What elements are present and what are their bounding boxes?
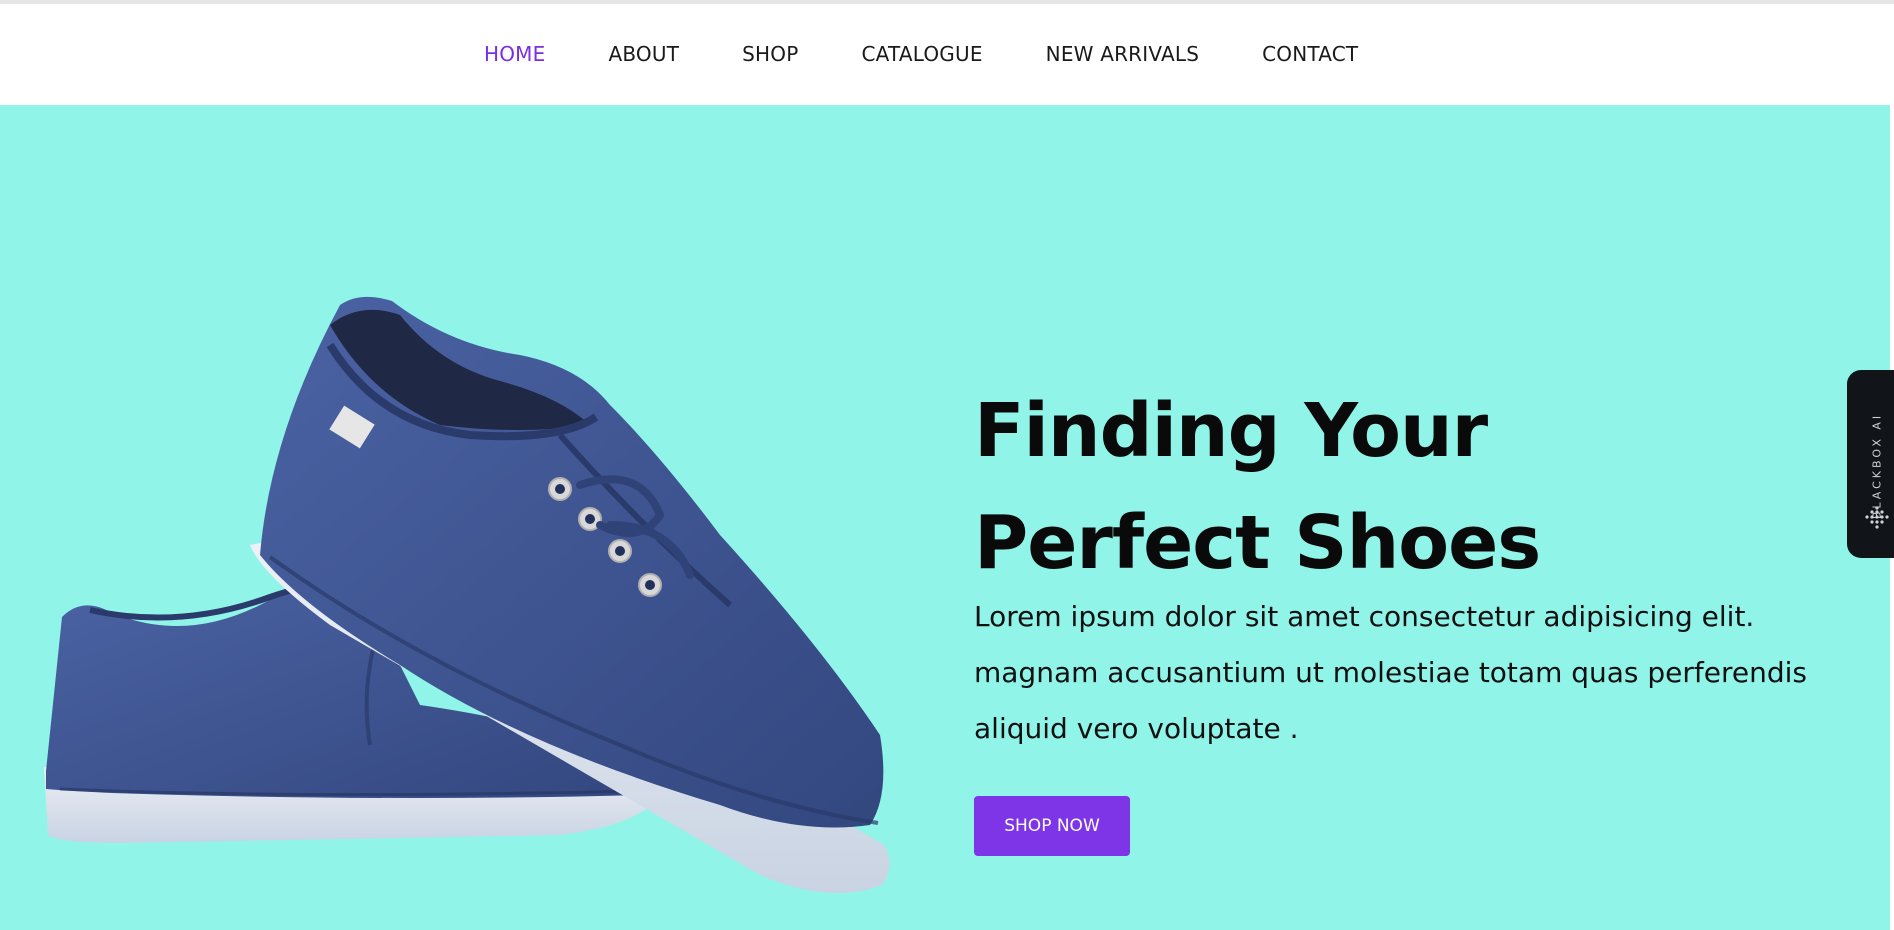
desc-line-2: magnam accusantium ut molestiae totam qu… [974,656,1808,689]
nav-home[interactable]: HOME [484,42,545,66]
desc-line-1: Lorem ipsum dolor sit amet consectetur a… [974,600,1755,633]
hero-section: Finding Your Perfect Shoes Lorem ipsum d… [0,105,1890,930]
headline-line-2: Perfect Shoes [974,500,1541,586]
blackbox-ai-label: BLACKBOX AI [1870,412,1884,520]
hero-description: Lorem ipsum dolor sit amet consectetur a… [974,589,1807,757]
sneakers-image [44,296,890,893]
nav-catalogue[interactable]: CATALOGUE [861,42,982,66]
nav-shop[interactable]: SHOP [742,42,798,66]
dots-icon [1865,506,1889,529]
nav-new-arrivals[interactable]: NEW ARRIVALS [1046,42,1199,66]
headline-line-1: Finding Your [974,388,1488,474]
desc-line-3: aliquid vero voluptate . [974,712,1299,745]
main-nav: HOME ABOUT SHOP CATALOGUE NEW ARRIVALS C… [484,42,1358,66]
top-navbar: HOME ABOUT SHOP CATALOGUE NEW ARRIVALS C… [0,4,1894,105]
blackbox-ai-widget[interactable]: BLACKBOX AI [1847,370,1894,558]
shop-now-button[interactable]: SHOP NOW [974,796,1130,856]
nav-contact[interactable]: CONTACT [1262,42,1358,66]
hero-headline: Finding Your Perfect Shoes [974,375,1541,599]
nav-about[interactable]: ABOUT [608,42,679,66]
